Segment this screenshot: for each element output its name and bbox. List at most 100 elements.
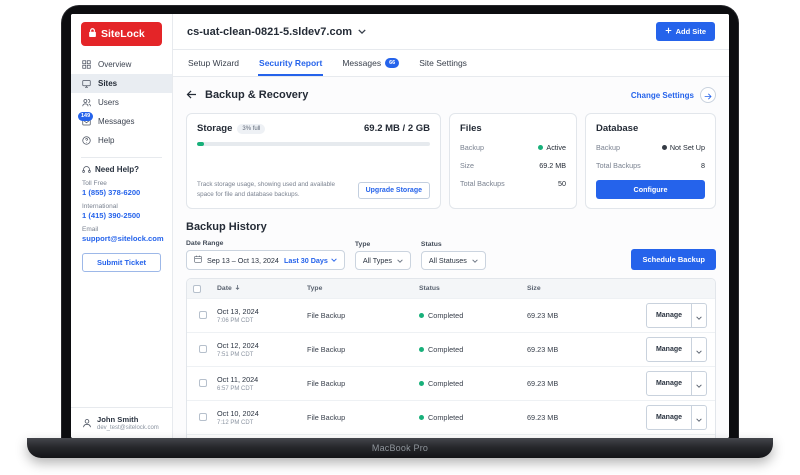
row-checkbox[interactable] [199, 310, 207, 319]
database-backup-status: Not Set Up [661, 143, 705, 152]
storage-progress-fill [197, 142, 204, 146]
column-type[interactable]: Type [301, 280, 413, 297]
manage-dropdown-button[interactable] [692, 371, 707, 396]
page-title: Backup & Recovery [205, 89, 309, 101]
completed-status-dot [419, 313, 424, 318]
tab-messages[interactable]: Messages 66 [341, 50, 400, 76]
tab-security-report[interactable]: Security Report [258, 50, 324, 76]
type-select[interactable]: All Types [354, 251, 411, 270]
manage-button[interactable]: Manage [645, 405, 692, 430]
international-number[interactable]: 1 (415) 390-2500 [82, 211, 161, 220]
tab-bar: Setup Wizard Security Report Messages 66… [173, 50, 729, 77]
user-account[interactable]: John Smith dev_test@sitelock.com [71, 407, 172, 438]
sidebar-item-users[interactable]: Users [71, 93, 172, 112]
need-help-section: Need Help? Toll Free 1 (855) 378-6200 In… [71, 165, 172, 243]
date-range-label: Date Range [186, 240, 224, 247]
device-label: MacBook Pro [371, 443, 429, 453]
database-title: Database [596, 123, 639, 134]
sidebar-item-label: Messages [98, 117, 135, 126]
logo-text: SiteLock [101, 28, 145, 40]
support-email-link[interactable]: support@sitelock.com [82, 234, 164, 243]
cell-type: File Backup [307, 413, 346, 422]
sidebar-item-label: Help [98, 136, 115, 145]
back-arrow-button[interactable] [186, 86, 197, 104]
arrow-right-icon [704, 88, 712, 103]
chevron-down-icon [358, 29, 366, 34]
storage-description: Track storage usage, showing used and av… [197, 181, 336, 198]
manage-dropdown-button[interactable] [692, 337, 707, 362]
sitelock-logo[interactable]: SiteLock [81, 22, 162, 46]
storage-usage: 69.2 MB / 2 GB [364, 123, 430, 134]
sidebar-item-messages[interactable]: 149 Messages [71, 111, 172, 131]
database-total-label: Total Backups [596, 161, 641, 170]
cell-manage: Manage [639, 303, 715, 328]
sidebar-item-overview[interactable]: Overview [71, 55, 172, 74]
cell-size: 69.23 MB [527, 413, 559, 422]
row-checkbox[interactable] [199, 378, 207, 387]
site-domain-selector[interactable]: cs-uat-clean-0821-5.sldev7.com [187, 26, 366, 38]
cell-size: 69.23 MB [527, 379, 559, 388]
database-card: Database Backup Not Set Up Total Backups [585, 113, 716, 209]
table-row: Oct 12, 2024 7:51 PM CDT File Backup Com… [187, 332, 715, 366]
manage-button[interactable]: Manage [645, 303, 692, 328]
sidebar-item-label: Users [98, 98, 119, 107]
schedule-backup-button[interactable]: Schedule Backup [631, 249, 716, 270]
user-email: dev_test@sitelock.com [97, 425, 159, 431]
table-row: Oct 13, 2024 7:06 PM CDT File Backup Com… [187, 298, 715, 332]
column-size[interactable]: Size [521, 280, 639, 297]
files-total-label: Total Backups [460, 179, 505, 188]
main-panel: cs-uat-clean-0821-5.sldev7.com Add Site [173, 14, 729, 438]
summary-cards: Storage 3% full 69.2 MB / 2 GB Track sto… [186, 113, 716, 209]
manage-button[interactable]: Manage [645, 371, 692, 396]
table-row: Oct 11, 2024 6:57 PM CDT File Backup Com… [187, 366, 715, 400]
calendar-icon [194, 255, 202, 265]
row-checkbox[interactable] [199, 412, 207, 421]
sidebar-item-help[interactable]: Help [71, 131, 172, 150]
cell-status: Completed [413, 345, 521, 354]
column-status[interactable]: Status [413, 280, 521, 297]
storage-fullness-badge: 3% full [237, 123, 266, 134]
sidebar-item-sites[interactable]: Sites [71, 74, 172, 93]
backup-history-table: Date Type Status Size Oct 13, 2024 7:06 … [186, 278, 716, 438]
cell-status: Completed [413, 413, 521, 422]
column-date[interactable]: Date [211, 279, 301, 298]
toll-free-number[interactable]: 1 (855) 378-6200 [82, 188, 161, 197]
sort-down-icon [235, 284, 240, 293]
add-site-button[interactable]: Add Site [655, 22, 715, 41]
status-select[interactable]: All Statuses [420, 251, 486, 270]
sidebar: SiteLock Overview Sites Users 149 Messag… [71, 14, 173, 438]
user-name: John Smith [97, 415, 139, 424]
files-size-label: Size [460, 161, 474, 170]
manage-button[interactable]: Manage [645, 337, 692, 362]
manage-dropdown-button[interactable] [692, 405, 707, 430]
completed-status-dot [419, 415, 424, 420]
row-checkbox[interactable] [199, 344, 207, 353]
cell-manage: Manage [639, 337, 715, 362]
sidebar-item-label: Overview [98, 60, 132, 69]
tab-site-settings[interactable]: Site Settings [418, 50, 468, 76]
change-settings-link[interactable]: Change Settings [631, 91, 694, 100]
database-backup-label: Backup [596, 143, 620, 152]
headset-icon [82, 165, 91, 174]
manage-dropdown-button[interactable] [692, 303, 707, 328]
cell-status: Completed [413, 379, 521, 388]
date-range-filter: Date Range Sep 13 – Oct 13, 2024 Last 30… [186, 240, 345, 270]
chevron-down-icon [696, 308, 702, 323]
type-filter: Type All Types [354, 241, 411, 270]
date-range-control[interactable]: Sep 13 – Oct 13, 2024 Last 30 Days [186, 250, 345, 270]
submit-ticket-button[interactable]: Submit Ticket [82, 253, 161, 272]
cell-date: Oct 10, 2024 7:12 PM CDT [217, 409, 259, 426]
change-settings-arrow-button[interactable] [700, 87, 716, 103]
chevron-down-icon [696, 376, 702, 391]
completed-status-dot [419, 381, 424, 386]
need-help-title: Need Help? [95, 165, 140, 174]
configure-button[interactable]: Configure [596, 180, 705, 199]
tab-setup-wizard[interactable]: Setup Wizard [187, 50, 240, 76]
cell-size: 69.23 MB [527, 311, 559, 320]
select-all-checkbox[interactable] [193, 284, 201, 293]
mail-icon: 149 [78, 111, 94, 126]
upgrade-storage-button[interactable]: Upgrade Storage [357, 182, 430, 199]
person-icon [82, 418, 92, 428]
date-preset-dropdown[interactable]: Last 30 Days [284, 256, 337, 265]
toll-free-label: Toll Free [82, 180, 107, 187]
